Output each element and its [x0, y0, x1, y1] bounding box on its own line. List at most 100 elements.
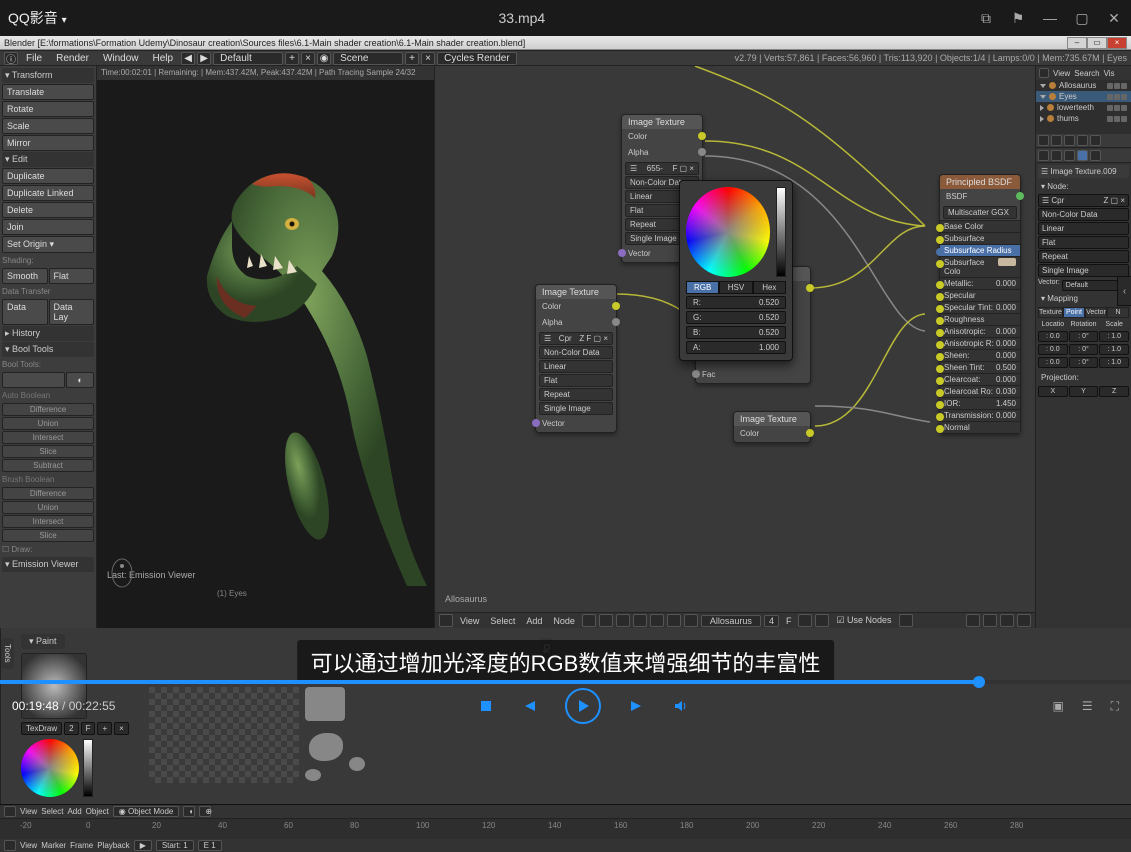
btn-bool-difference[interactable]: Difference — [2, 403, 94, 416]
vp-mode[interactable]: ◉ Object Mode — [113, 806, 180, 817]
player-app-title[interactable]: QQ影音 ▾ — [8, 8, 67, 28]
ne-pin-icon[interactable] — [899, 614, 913, 627]
field-g[interactable]: G:0.520 — [686, 311, 786, 324]
prop-mat-icon[interactable] — [1064, 150, 1075, 161]
btn-bool-subtract[interactable]: Subtract — [2, 459, 94, 472]
ne-view[interactable]: View — [456, 616, 483, 626]
axis-x[interactable]: X — [1038, 386, 1068, 397]
node-image-texture-2[interactable]: Image Texture Color Alpha ☰ Cpr Z F ▢ × … — [535, 284, 617, 433]
scene-icon[interactable]: ◉ — [317, 52, 331, 65]
btn-translate[interactable]: Translate — [2, 84, 94, 100]
value-slider[interactable] — [776, 187, 786, 277]
prop-mod-icon[interactable] — [1038, 150, 1049, 161]
btn-data[interactable]: Data — [2, 299, 48, 325]
ne-slot[interactable]: 4 — [764, 615, 779, 627]
pip-icon[interactable]: ⧉ — [977, 9, 995, 27]
btn-smooth[interactable]: Smooth — [2, 268, 48, 284]
mapping-section[interactable]: ▾ Mapping — [1038, 292, 1129, 305]
volume-button[interactable] — [673, 699, 689, 713]
scene-del-icon[interactable]: × — [421, 52, 435, 65]
btn-bool-union[interactable]: Union — [2, 417, 94, 430]
mtab-normal[interactable]: N — [1107, 307, 1129, 318]
prop-layer-icon[interactable] — [1051, 135, 1062, 146]
ne-tex-icon[interactable] — [616, 614, 630, 627]
ne-copy-icon[interactable] — [1000, 614, 1014, 627]
mtab-point[interactable]: Point — [1063, 307, 1085, 318]
principled-clearcoat[interactable]: Clearcoat:0.000 — [940, 373, 1020, 385]
coord-field[interactable]: : 0.0 — [1038, 357, 1068, 368]
img2-source[interactable]: Single Image — [539, 402, 613, 415]
prop-proj[interactable]: Flat — [1038, 236, 1129, 249]
tl-sync-icon[interactable]: ▶ — [134, 840, 152, 851]
field-r[interactable]: R:0.520 — [686, 296, 786, 309]
axis-z[interactable]: Z — [1099, 386, 1129, 397]
prop-source[interactable]: Single Image — [1038, 264, 1129, 277]
layout-dropdown[interactable]: Default — [213, 52, 283, 65]
principled-transmission[interactable]: Transmission:0.000 — [940, 409, 1020, 421]
vp-object[interactable]: Object — [86, 807, 109, 816]
btn-set-origin[interactable]: Set Origin ▾ — [2, 236, 94, 253]
settings-icon[interactable]: ☰ — [1082, 699, 1093, 714]
outliner[interactable]: View Search Vis Allosaurus Eyes lowertee… — [1036, 66, 1131, 134]
principled-metallic[interactable]: Metallic:0.000 — [940, 277, 1020, 289]
principled-ior[interactable]: IOR:1.450 — [940, 397, 1020, 409]
btn-bool-intersect[interactable]: Intersect — [2, 431, 94, 444]
dist-dropdown[interactable]: Multiscatter GGX — [943, 206, 1017, 219]
ne-select[interactable]: Select — [486, 616, 519, 626]
next-button[interactable] — [629, 699, 645, 713]
tl-marker[interactable]: Marker — [41, 841, 66, 850]
prop-interp[interactable]: Linear — [1038, 222, 1129, 235]
nav-gizmo[interactable] — [107, 558, 137, 598]
coord-field[interactable]: : 0° — [1069, 344, 1099, 355]
info-editor-icon[interactable]: ⓘ — [4, 52, 18, 65]
btn-brush-slice[interactable]: Slice — [2, 529, 94, 542]
principled-anisotropic[interactable]: Anisotropic:0.000 — [940, 325, 1020, 337]
timeline-ruler[interactable]: -200204060801001201401601802002202402602… — [0, 819, 1131, 839]
img2-file[interactable]: ☰ Cpr Z F ▢ × — [539, 332, 613, 345]
btn-bool-slice[interactable]: Slice — [2, 445, 94, 458]
outliner-item-eyes[interactable]: Eyes — [1036, 91, 1131, 102]
section-booltools[interactable]: ▾ Bool Tools — [2, 342, 94, 357]
principled-anisotropicr[interactable]: Anisotropic R:0.000 — [940, 337, 1020, 349]
fwd-icon[interactable]: ▶ — [197, 52, 211, 65]
outliner-search[interactable]: Search — [1074, 69, 1099, 78]
outliner-view[interactable]: View — [1053, 69, 1070, 78]
btn-mirror[interactable]: Mirror — [2, 135, 94, 151]
outliner-vis[interactable]: Vis — [1104, 69, 1115, 78]
principled-subsurfaceradius[interactable]: Subsurface Radius — [940, 244, 1020, 256]
editor-type-icon[interactable] — [439, 614, 453, 627]
btn-duplicate[interactable]: Duplicate — [2, 168, 94, 184]
principled-basecolor[interactable]: Base Color — [940, 220, 1020, 232]
principled-roughness[interactable]: Roughness — [940, 313, 1020, 325]
img2-proj[interactable]: Flat — [539, 374, 613, 387]
prop-cpr[interactable]: ☰ CprZ ▢ × — [1038, 194, 1129, 207]
close-icon[interactable]: ✕ — [1105, 9, 1123, 27]
btn-brush-union[interactable]: Union — [2, 501, 94, 514]
vp-select[interactable]: Select — [41, 807, 63, 816]
ne-node[interactable]: Node — [549, 616, 579, 626]
coord-field[interactable]: : 1.0 — [1099, 344, 1129, 355]
minimize-icon[interactable]: — — [1041, 9, 1059, 27]
emission-viewer-section[interactable]: ▾ Emission Viewer — [2, 557, 94, 572]
outliner-type-icon[interactable] — [1039, 68, 1049, 78]
tab-hex[interactable]: Hex — [753, 281, 786, 294]
tl-start[interactable]: Start: 1 — [156, 840, 194, 851]
expand-props-icon[interactable]: ‹ — [1117, 276, 1131, 306]
btn-scale[interactable]: Scale — [2, 118, 94, 134]
paint-tab-tools[interactable]: Tools — [1, 638, 14, 669]
field-b[interactable]: B:0.520 — [686, 326, 786, 339]
coord-field[interactable]: : 0° — [1069, 357, 1099, 368]
btn-brush-difference[interactable]: Difference — [2, 487, 94, 500]
principled-sheen[interactable]: Sheen:0.000 — [940, 349, 1020, 361]
brush-value-slider[interactable] — [83, 739, 93, 797]
ne-del-mat[interactable] — [815, 614, 829, 627]
tex-breadcrumb[interactable]: ☰ Image Texture.009 — [1038, 165, 1129, 178]
vp-add[interactable]: Add — [67, 807, 81, 816]
prop-obj-icon[interactable] — [1090, 135, 1101, 146]
coord-field[interactable]: : 0.0 — [1038, 331, 1068, 342]
principled-normal[interactable]: Normal — [940, 421, 1020, 433]
principled-speculartint[interactable]: Specular Tint:0.000 — [940, 301, 1020, 313]
ne-shader-icon[interactable] — [582, 614, 596, 627]
img2-cs[interactable]: Non-Color Data — [539, 346, 613, 359]
prop-world-icon[interactable] — [1077, 135, 1088, 146]
